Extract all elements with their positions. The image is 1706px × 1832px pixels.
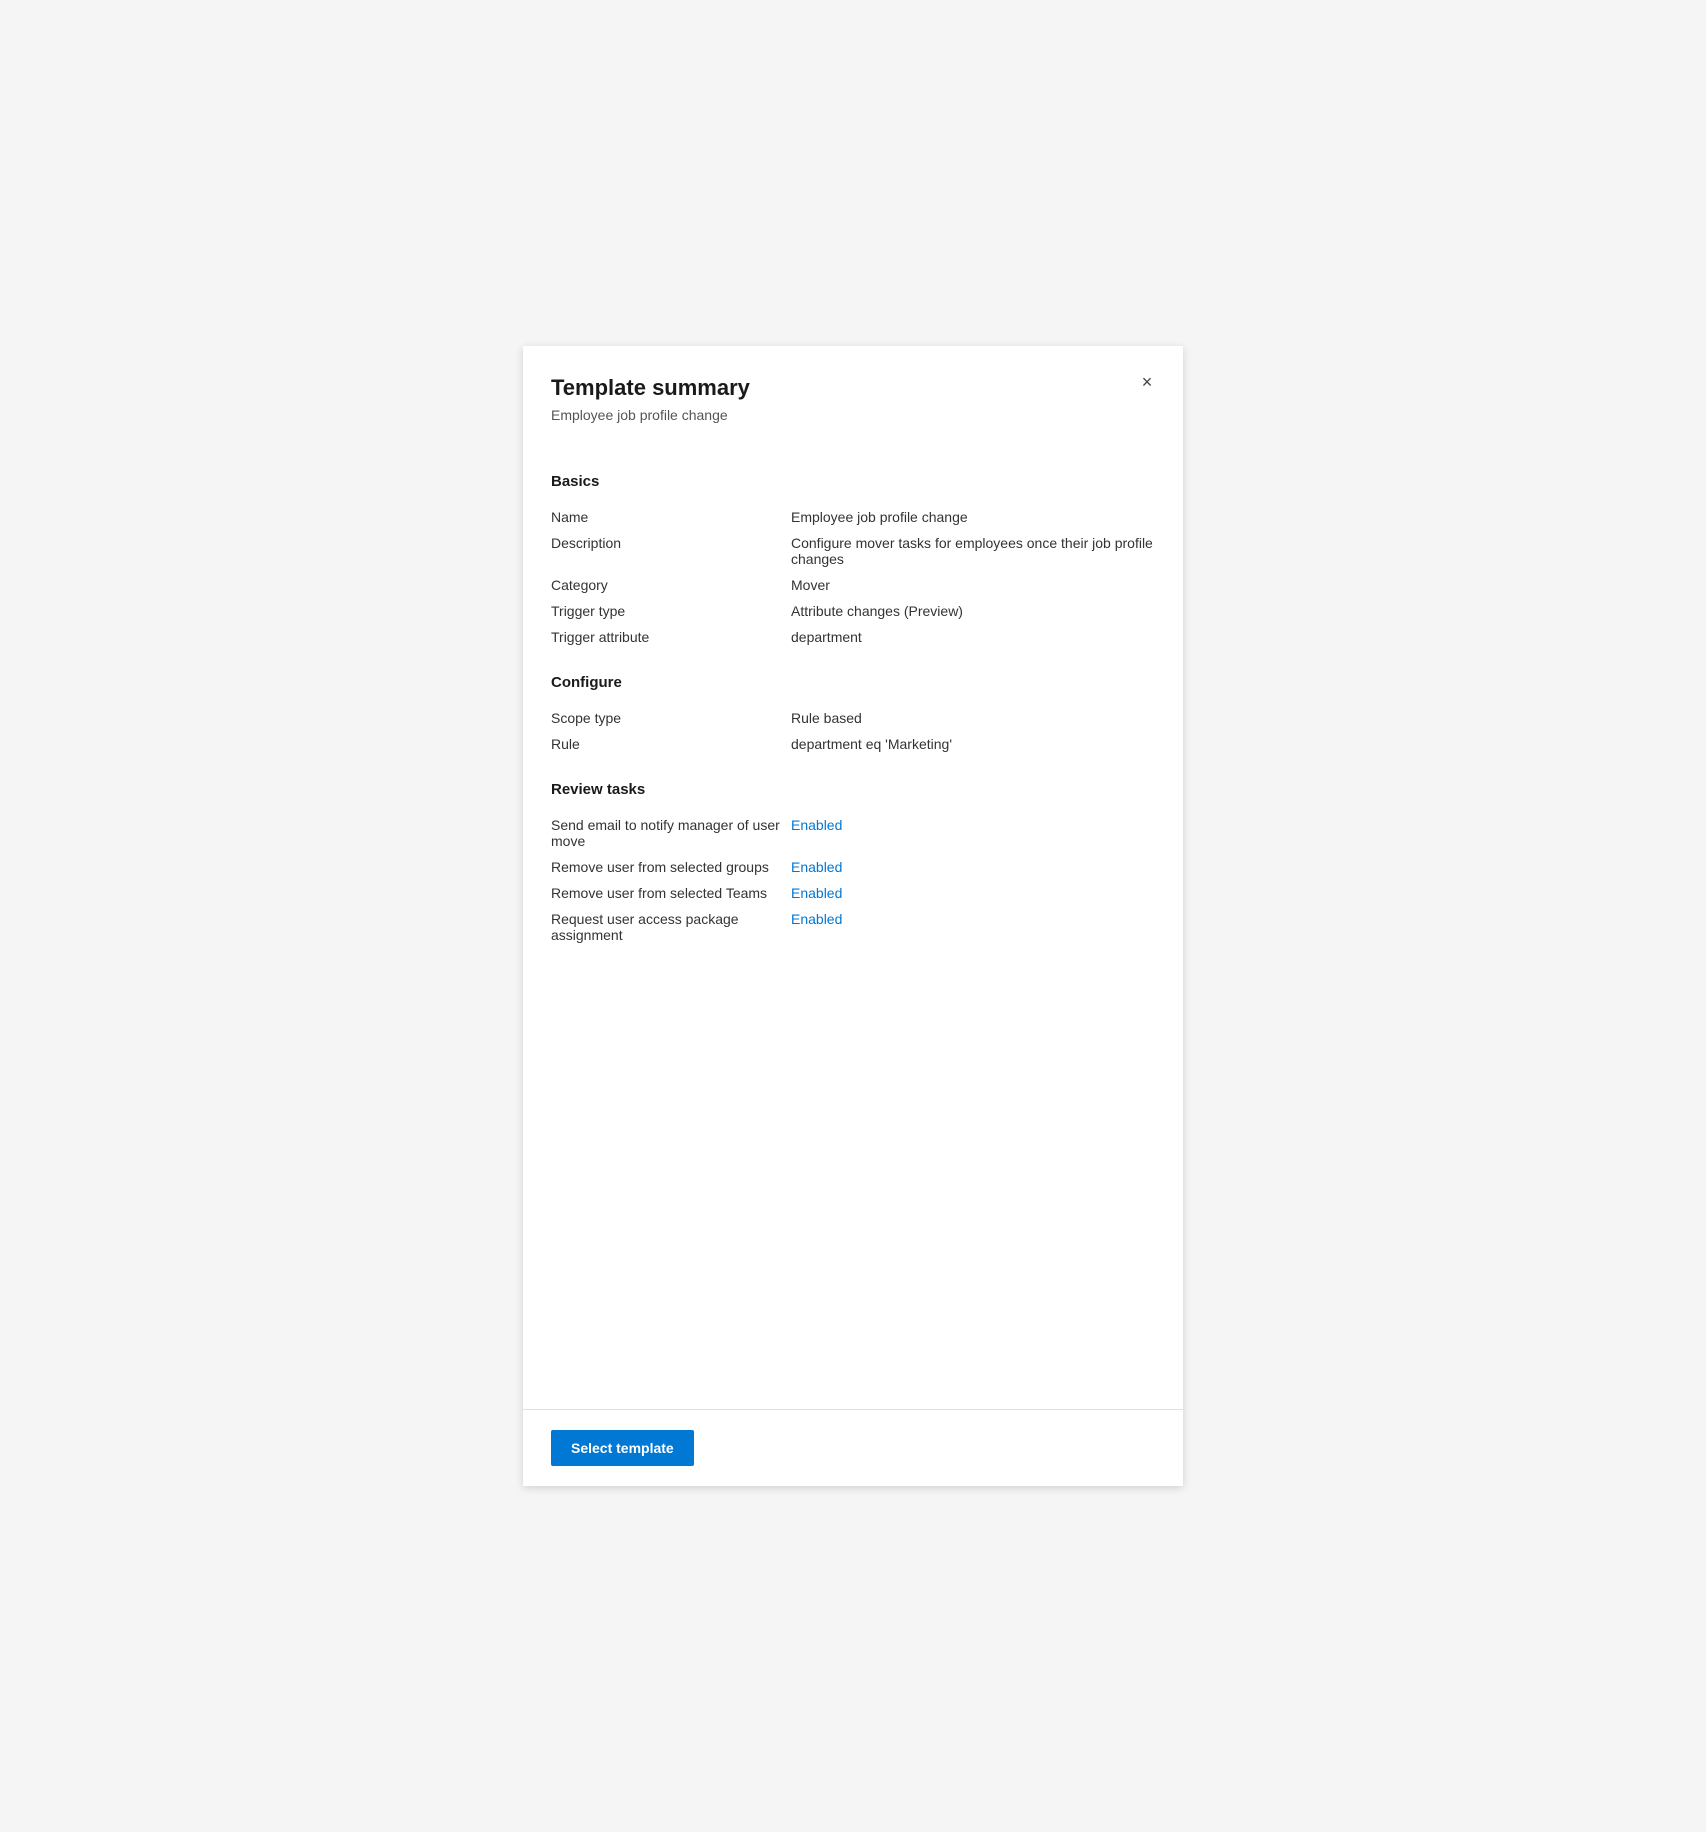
panel-footer: Select template xyxy=(523,1409,1183,1486)
review-tasks-heading: Review tasks xyxy=(551,781,1155,798)
review-tasks-section: Review tasks Send email to notify manage… xyxy=(551,781,1155,948)
field-row: Send email to notify manager of user mov… xyxy=(551,812,1155,854)
field-label-request-access: Request user access package assignment xyxy=(551,911,791,943)
field-row: Request user access package assignment E… xyxy=(551,906,1155,948)
panel-subtitle: Employee job profile change xyxy=(551,407,1155,423)
field-row: Trigger attribute department xyxy=(551,624,1155,650)
select-template-button[interactable]: Select template xyxy=(551,1430,694,1466)
field-value-send-email: Enabled xyxy=(791,817,1155,833)
field-value-remove-teams: Enabled xyxy=(791,885,1155,901)
field-row: Remove user from selected groups Enabled xyxy=(551,854,1155,880)
panel-title: Template summary xyxy=(551,374,1155,403)
field-value-trigger-attribute: department xyxy=(791,629,1155,645)
template-summary-panel: Template summary Employee job profile ch… xyxy=(523,346,1183,1486)
basics-heading: Basics xyxy=(551,473,1155,490)
field-value-category: Mover xyxy=(791,577,1155,593)
close-button[interactable]: × xyxy=(1131,366,1163,398)
basics-section: Basics Name Employee job profile change … xyxy=(551,473,1155,650)
field-row: Rule department eq 'Marketing' xyxy=(551,731,1155,757)
configure-section: Configure Scope type Rule based Rule dep… xyxy=(551,674,1155,757)
field-row: Category Mover xyxy=(551,572,1155,598)
field-label-name: Name xyxy=(551,509,791,525)
field-value-remove-groups: Enabled xyxy=(791,859,1155,875)
field-label-scope-type: Scope type xyxy=(551,710,791,726)
field-row: Trigger type Attribute changes (Preview) xyxy=(551,598,1155,624)
field-row: Name Employee job profile change xyxy=(551,504,1155,530)
field-row: Remove user from selected Teams Enabled xyxy=(551,880,1155,906)
field-label-trigger-attribute: Trigger attribute xyxy=(551,629,791,645)
field-label-trigger-type: Trigger type xyxy=(551,603,791,619)
field-label-remove-groups: Remove user from selected groups xyxy=(551,859,791,875)
field-value-trigger-type: Attribute changes (Preview) xyxy=(791,603,1155,619)
field-label-rule: Rule xyxy=(551,736,791,752)
panel-content: Basics Name Employee job profile change … xyxy=(523,443,1183,1486)
field-label-category: Category xyxy=(551,577,791,593)
field-value-request-access: Enabled xyxy=(791,911,1155,927)
field-value-rule: department eq 'Marketing' xyxy=(791,736,1155,752)
field-value-name: Employee job profile change xyxy=(791,509,1155,525)
field-label-remove-teams: Remove user from selected Teams xyxy=(551,885,791,901)
field-value-scope-type: Rule based xyxy=(791,710,1155,726)
field-row: Scope type Rule based xyxy=(551,705,1155,731)
field-row: Description Configure mover tasks for em… xyxy=(551,530,1155,572)
configure-heading: Configure xyxy=(551,674,1155,691)
field-label-send-email: Send email to notify manager of user mov… xyxy=(551,817,791,849)
field-value-description: Configure mover tasks for employees once… xyxy=(791,535,1155,567)
field-label-description: Description xyxy=(551,535,791,551)
panel-header: Template summary Employee job profile ch… xyxy=(523,346,1183,443)
